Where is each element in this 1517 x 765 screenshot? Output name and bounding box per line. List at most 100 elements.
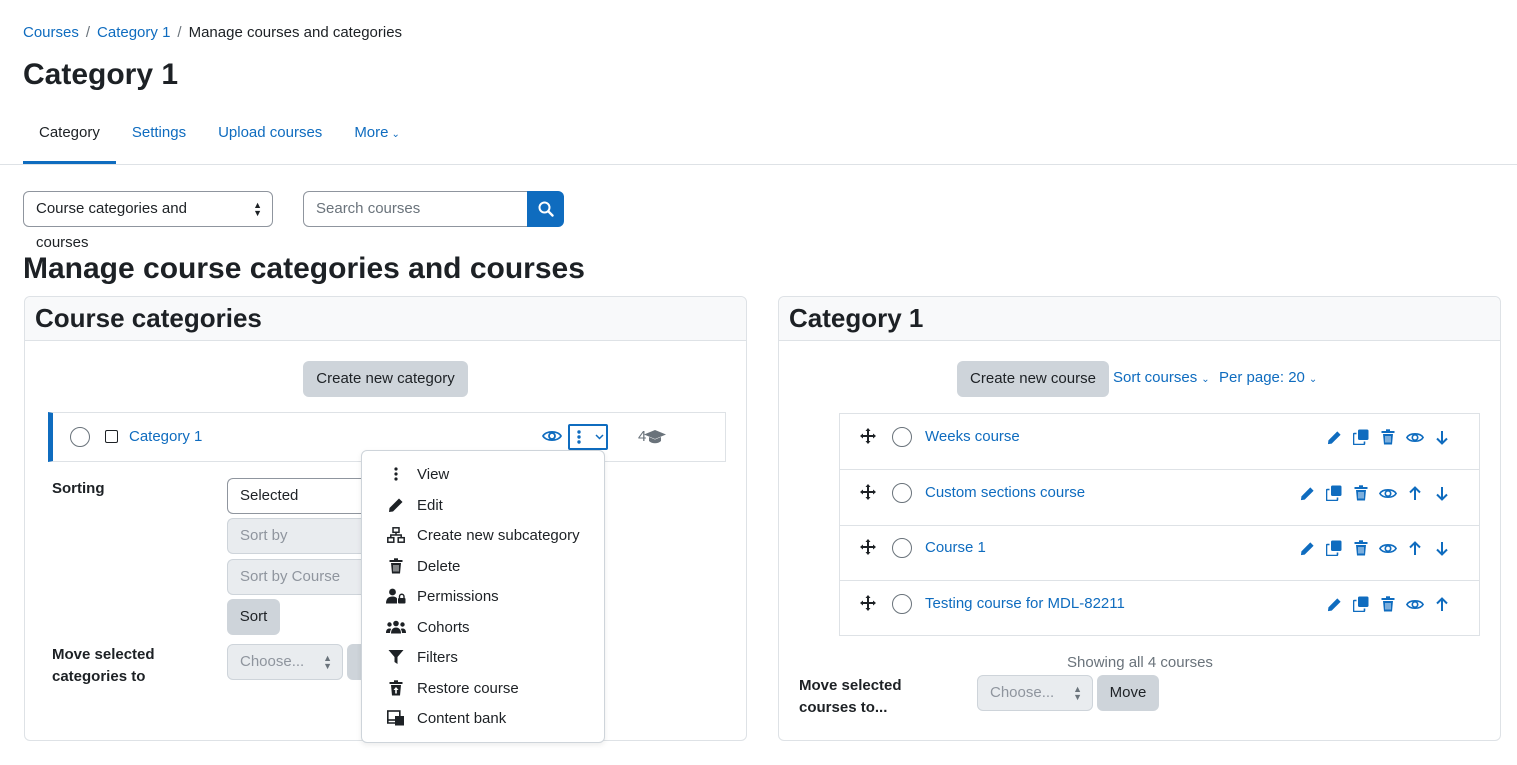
- course-name-link[interactable]: Weeks course: [925, 428, 1020, 445]
- arrow-down-icon[interactable]: [1433, 484, 1451, 502]
- select-arrows-icon: ▲ ▼: [323, 653, 332, 671]
- course-select-checkbox[interactable]: [892, 427, 912, 447]
- trash-icon[interactable]: [1379, 428, 1397, 446]
- view-mode-select[interactable]: Course categories and courses ▲ ▼: [23, 191, 273, 251]
- eye-icon[interactable]: [542, 428, 562, 444]
- eye-icon[interactable]: [1406, 595, 1424, 613]
- move-courses-button[interactable]: Move: [1097, 675, 1159, 711]
- menu-item-label: Restore course: [417, 679, 519, 697]
- arrow-up-icon[interactable]: [1433, 595, 1451, 613]
- sort-courses-dropdown[interactable]: Sort courses ⌄: [1113, 369, 1210, 386]
- menu-item-restore-course[interactable]: Restore course: [362, 673, 604, 703]
- course-select-checkbox[interactable]: [892, 538, 912, 558]
- breadcrumb-category-link[interactable]: Category 1: [97, 24, 170, 41]
- move-icon[interactable]: [860, 595, 876, 611]
- create-new-category-button[interactable]: Create new category: [303, 361, 468, 397]
- pencil-icon[interactable]: [1298, 539, 1316, 557]
- sort-by-course-select[interactable]: Sort by Course full: [227, 559, 377, 595]
- create-new-course-button[interactable]: Create new course: [957, 361, 1109, 397]
- menu-item-create-subcategory[interactable]: Create new subcategory: [362, 520, 604, 550]
- arrow-down-icon[interactable]: [1433, 539, 1451, 557]
- search-placeholder: Search courses: [316, 200, 421, 217]
- trash-icon[interactable]: [1352, 484, 1370, 502]
- copy-icon[interactable]: [1325, 539, 1343, 557]
- chevron-down-icon: ⌄: [1308, 374, 1318, 385]
- move-categories-select[interactable]: Choose... ▲ ▼: [227, 644, 343, 680]
- course-row: Testing course for MDL-82211: [840, 581, 1479, 637]
- sort-categories-value: Selected categorie: [240, 487, 299, 504]
- move-courses-label-line1: Move selected: [799, 677, 902, 694]
- move-icon[interactable]: [860, 539, 876, 555]
- menu-item-delete[interactable]: Delete: [362, 551, 604, 581]
- tab-upload-courses[interactable]: Upload courses: [202, 106, 338, 164]
- menu-item-cohorts[interactable]: Cohorts: [362, 612, 604, 642]
- tab-label: Settings: [131, 124, 187, 141]
- move-courses-value: Choose...: [990, 684, 1055, 701]
- graduation-cap-icon: [644, 430, 666, 444]
- chevron-down-icon: [595, 434, 604, 440]
- pencil-icon[interactable]: [1298, 484, 1316, 502]
- panel-title: Category 1: [789, 303, 924, 333]
- move-courses-select[interactable]: Choose... ▲ ▼: [977, 675, 1093, 711]
- category-name-link[interactable]: Category 1: [129, 428, 202, 445]
- panel-header: Category 1: [779, 297, 1500, 341]
- category-select-checkbox[interactable]: [70, 427, 90, 447]
- sort-button[interactable]: Sort: [227, 599, 280, 635]
- course-actions: [1298, 539, 1451, 557]
- menu-item-edit[interactable]: Edit: [362, 490, 604, 520]
- move-icon[interactable]: [860, 428, 876, 444]
- per-page-label: Per page: 20: [1219, 369, 1305, 386]
- pencil-icon: [386, 497, 406, 513]
- course-actions: [1298, 484, 1451, 502]
- category-collapse-icon[interactable]: [105, 430, 118, 443]
- user-lock-icon: [386, 588, 406, 604]
- tab-more[interactable]: More ⌄: [338, 106, 416, 164]
- pencil-icon[interactable]: [1325, 595, 1343, 613]
- trash-icon[interactable]: [1352, 539, 1370, 557]
- breadcrumb-separator: /: [85, 24, 91, 41]
- breadcrumb-current: Manage courses and categories: [188, 24, 403, 41]
- arrow-down-icon[interactable]: [1433, 428, 1451, 446]
- copy-icon[interactable]: [1325, 484, 1343, 502]
- sort-categories-select[interactable]: Selected categorie: [227, 478, 377, 514]
- filter-icon: [386, 649, 406, 665]
- chevron-down-icon: ⌄: [1201, 374, 1210, 385]
- sort-by-category-select[interactable]: Sort by Category n: [227, 518, 377, 554]
- category-actions-menu-toggle[interactable]: [568, 424, 608, 450]
- move-icon[interactable]: [860, 484, 876, 500]
- tab-settings[interactable]: Settings: [116, 106, 202, 164]
- breadcrumb-separator: /: [177, 24, 182, 41]
- course-row: Course 1: [840, 525, 1479, 581]
- course-name-link[interactable]: Custom sections course: [925, 484, 1085, 501]
- course-name-link[interactable]: Course 1: [925, 539, 986, 556]
- copy-icon[interactable]: [1352, 595, 1370, 613]
- menu-item-content-bank[interactable]: Content bank: [362, 703, 604, 733]
- menu-item-filters[interactable]: Filters: [362, 642, 604, 672]
- menu-item-view[interactable]: View: [362, 459, 604, 489]
- menu-item-label: Edit: [417, 496, 443, 514]
- eye-icon[interactable]: [1406, 428, 1424, 446]
- copy-icon[interactable]: [1352, 428, 1370, 446]
- sort-by-category-value: Sort by Category n: [240, 527, 288, 544]
- arrow-up-icon[interactable]: [1406, 484, 1424, 502]
- per-page-dropdown[interactable]: Per page: 20 ⌄: [1219, 369, 1317, 386]
- section-title: Manage course categories and courses: [23, 252, 585, 285]
- eye-icon[interactable]: [1379, 484, 1397, 502]
- arrow-up-icon[interactable]: [1406, 539, 1424, 557]
- content-bank-icon: [386, 710, 406, 726]
- breadcrumb-courses-link[interactable]: Courses: [23, 24, 79, 41]
- move-categories-label-line1: Move selected: [52, 646, 155, 663]
- menu-item-permissions[interactable]: Permissions: [362, 581, 604, 611]
- course-select-checkbox[interactable]: [892, 483, 912, 503]
- eye-icon[interactable]: [1379, 539, 1397, 557]
- search-button[interactable]: [527, 191, 564, 227]
- pencil-icon[interactable]: [1325, 428, 1343, 446]
- search-input[interactable]: Search courses: [303, 191, 529, 227]
- tab-category[interactable]: Category: [23, 106, 116, 164]
- trash-icon[interactable]: [1379, 595, 1397, 613]
- category-actions-dropdown: View Edit Create new subcategory Delete …: [361, 450, 605, 743]
- sorting-label: Sorting: [52, 480, 105, 497]
- course-select-checkbox[interactable]: [892, 594, 912, 614]
- move-categories-label-line2: categories to: [52, 668, 146, 685]
- course-name-link[interactable]: Testing course for MDL-82211: [925, 595, 1125, 612]
